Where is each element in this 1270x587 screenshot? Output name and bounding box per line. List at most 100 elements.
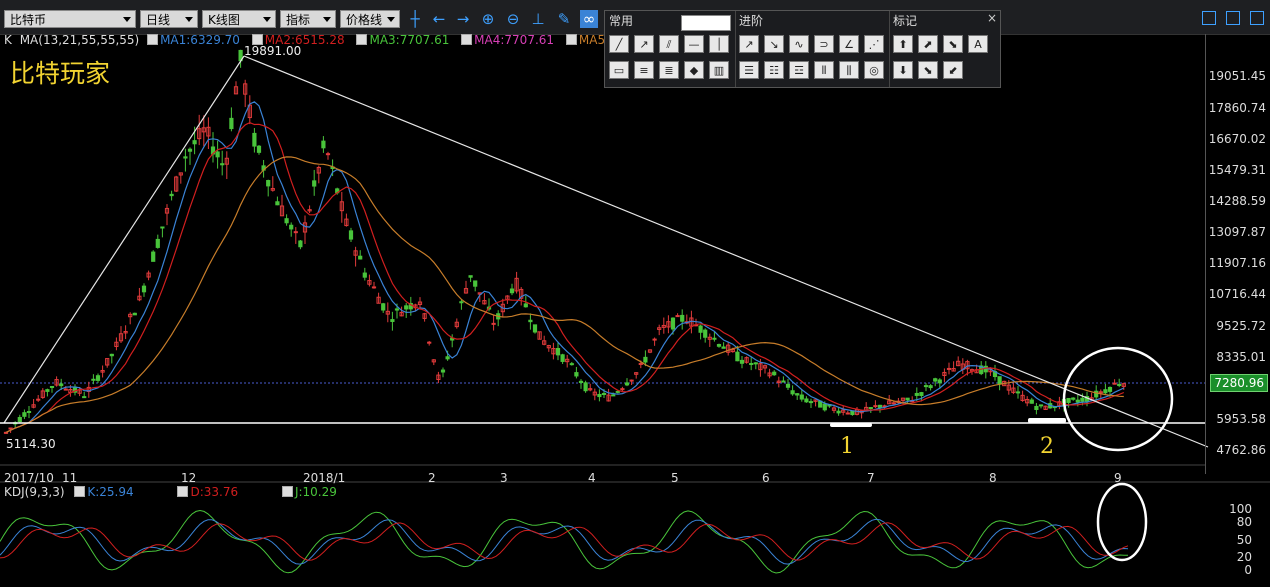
candle-body	[192, 140, 197, 145]
candle-body	[560, 354, 565, 362]
angle-icon[interactable]: ∠	[839, 35, 859, 53]
date-label: 5	[671, 471, 679, 485]
candle-body	[615, 390, 620, 393]
arrow-down-right-mark-icon[interactable]: ⬊	[918, 61, 938, 79]
wave-icon[interactable]: ∿	[789, 35, 809, 53]
price-tick: 11907.16	[1208, 256, 1266, 270]
cycle-lines-icon[interactable]: ⦀	[814, 61, 834, 79]
candle-body	[59, 383, 64, 387]
candle-body	[187, 148, 193, 152]
fan-icon[interactable]: ⋰	[864, 35, 884, 53]
candle-body	[1015, 391, 1021, 394]
date-label: 12	[181, 471, 197, 485]
date-label: 8	[989, 471, 997, 485]
fibonacci-icon[interactable]: ☰	[739, 61, 759, 79]
candle-body	[215, 151, 220, 158]
candle-body	[473, 280, 478, 287]
candle-body	[1080, 397, 1085, 402]
kdj-tick: 80	[1236, 515, 1252, 529]
candle-body	[620, 388, 625, 391]
candle-body	[795, 393, 800, 396]
rectangle-icon[interactable]: ▭	[609, 61, 629, 79]
price-tick: 5953.58	[1216, 412, 1266, 426]
candle-body	[275, 201, 280, 206]
candle-body	[312, 180, 317, 187]
candle-body	[155, 238, 160, 248]
eraser-icon[interactable]: ◆	[684, 61, 704, 79]
kdj-k-line	[0, 518, 1129, 565]
kdj-tick: 50	[1236, 533, 1252, 547]
price-channel-icon[interactable]: ≣	[659, 61, 679, 79]
channel-icon[interactable]: ≡	[634, 61, 654, 79]
price-tick: 13097.87	[1208, 225, 1266, 239]
arc-icon[interactable]: ⊃	[814, 35, 834, 53]
kdj-d-value: D:33.76	[190, 485, 239, 499]
candle-body	[868, 407, 873, 410]
candle-body	[670, 317, 676, 330]
fibonacci-extension-icon[interactable]: ☷	[764, 61, 784, 79]
rising-trendline	[3, 55, 245, 424]
kdj-tick: 20	[1236, 550, 1252, 564]
candle-body	[82, 396, 87, 399]
time-zones-icon[interactable]: ⫼	[839, 61, 859, 79]
candle-body	[151, 251, 156, 262]
candle-body	[781, 380, 786, 383]
candle-body	[850, 410, 855, 416]
price-tick: 9525.72	[1216, 319, 1266, 333]
candle-body	[629, 379, 634, 382]
horizontal-line-icon[interactable]: —	[684, 35, 704, 53]
candle-body	[735, 351, 740, 362]
trash-icon[interactable]: ▥	[709, 61, 729, 79]
candle-body	[289, 224, 294, 230]
current-price-badge: 7280.96	[1210, 374, 1268, 392]
candle-body	[358, 255, 363, 260]
kdj-d-legend[interactable]: D:33.76	[177, 485, 238, 499]
parallel-lines-icon[interactable]: ⫽	[659, 35, 679, 53]
candle-body	[698, 325, 703, 333]
spiral-icon[interactable]: ◎	[864, 61, 884, 79]
candle-body	[1103, 389, 1108, 394]
candle-body	[1029, 399, 1034, 404]
candle-body	[491, 322, 496, 325]
arrow-up-mark-icon[interactable]: ⬆	[893, 35, 913, 53]
price-tick: 14288.59	[1208, 194, 1266, 208]
kdj-legend: KDJ(9,3,3) K:25.94 D:33.76 J:10.29	[4, 485, 337, 499]
candle-body	[997, 376, 1002, 385]
candle-body	[183, 156, 188, 159]
candle-body	[132, 312, 137, 316]
date-label: 4	[588, 471, 596, 485]
candle-body	[643, 356, 648, 363]
arrow-up-right-icon[interactable]: ↗	[739, 35, 759, 53]
fibonacci-retracement-icon[interactable]: ☲	[789, 61, 809, 79]
candle-body	[284, 218, 289, 224]
candle-body	[1107, 386, 1113, 392]
candle-body	[256, 145, 262, 153]
candle-body	[583, 382, 588, 392]
candle-body	[845, 412, 850, 415]
kdj-j-legend[interactable]: J:10.29	[281, 485, 337, 499]
candle-body	[836, 410, 841, 414]
candle-body	[946, 367, 952, 370]
checkbox-icon	[74, 486, 86, 497]
kdj-j-line	[0, 509, 1129, 574]
kdj-k-legend[interactable]: K:25.94	[74, 485, 134, 499]
candle-body	[753, 362, 758, 365]
line-segment-icon[interactable]: ╱	[609, 35, 629, 53]
arrow-down-right-icon[interactable]: ↘	[764, 35, 784, 53]
arrow-down-right-mark-icon[interactable]: ⬊	[943, 35, 963, 53]
candle-body	[785, 383, 791, 388]
support-touch-2	[1028, 418, 1066, 423]
text-tool-icon[interactable]: A	[968, 35, 988, 53]
candle-body	[1038, 404, 1044, 407]
candle-body	[229, 117, 234, 130]
kdj-params: KDJ(9,3,3)	[4, 485, 65, 499]
arrow-down-left-mark-icon[interactable]: ⬋	[943, 61, 963, 79]
line-color-picker[interactable]	[681, 15, 731, 31]
arrow-up-right-mark-icon[interactable]: ⬈	[918, 35, 938, 53]
ray-line-icon[interactable]: ↗	[634, 35, 654, 53]
arrow-down-mark-icon[interactable]: ⬇	[893, 61, 913, 79]
candle-body	[680, 314, 685, 322]
close-icon[interactable]: ×	[987, 11, 997, 25]
candle-body	[440, 369, 446, 373]
vertical-line-icon[interactable]: │	[709, 35, 729, 53]
